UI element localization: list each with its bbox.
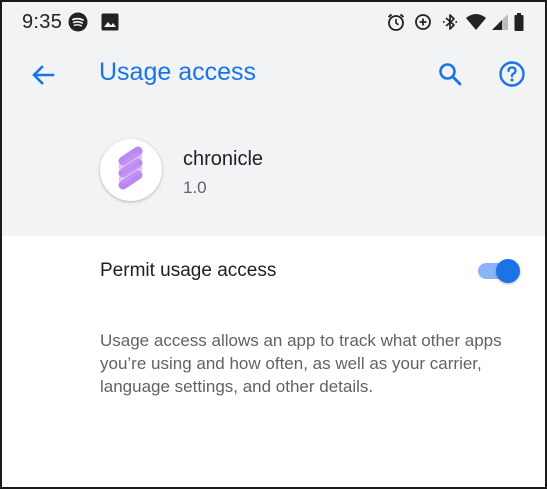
- search-icon[interactable]: [435, 59, 465, 89]
- permit-usage-access-toggle[interactable]: [476, 258, 520, 284]
- chronicle-app-icon: [100, 139, 162, 201]
- app-version: 1.0: [183, 178, 207, 197]
- battery-icon: [513, 12, 525, 37]
- wifi-icon: [465, 12, 487, 37]
- help-icon[interactable]: [497, 59, 527, 89]
- app-bar: Usage access: [2, 42, 545, 108]
- toggle-thumb: [496, 259, 520, 283]
- app-name: chronicle: [183, 148, 264, 170]
- bluetooth-icon: [440, 12, 460, 37]
- spotify-icon: [68, 12, 88, 37]
- status-bar: 9:35: [2, 2, 545, 42]
- status-time: 9:35: [22, 11, 63, 33]
- permit-usage-access-row[interactable]: Permit usage access: [2, 236, 545, 304]
- signal-icon: [491, 12, 509, 37]
- data-saver-icon: [413, 12, 433, 37]
- app-header: chronicle 1.0: [2, 108, 545, 236]
- permit-usage-access-label: Permit usage access: [100, 260, 277, 281]
- screen: 9:35 Usage access chronicle 1.0 Permit u…: [0, 0, 547, 489]
- usage-access-description: Usage access allows an app to track what…: [100, 331, 502, 396]
- image-icon: [100, 12, 120, 37]
- page-title: Usage access: [99, 58, 257, 86]
- arrow-back-icon[interactable]: [28, 60, 58, 90]
- alarm-icon: [386, 12, 406, 37]
